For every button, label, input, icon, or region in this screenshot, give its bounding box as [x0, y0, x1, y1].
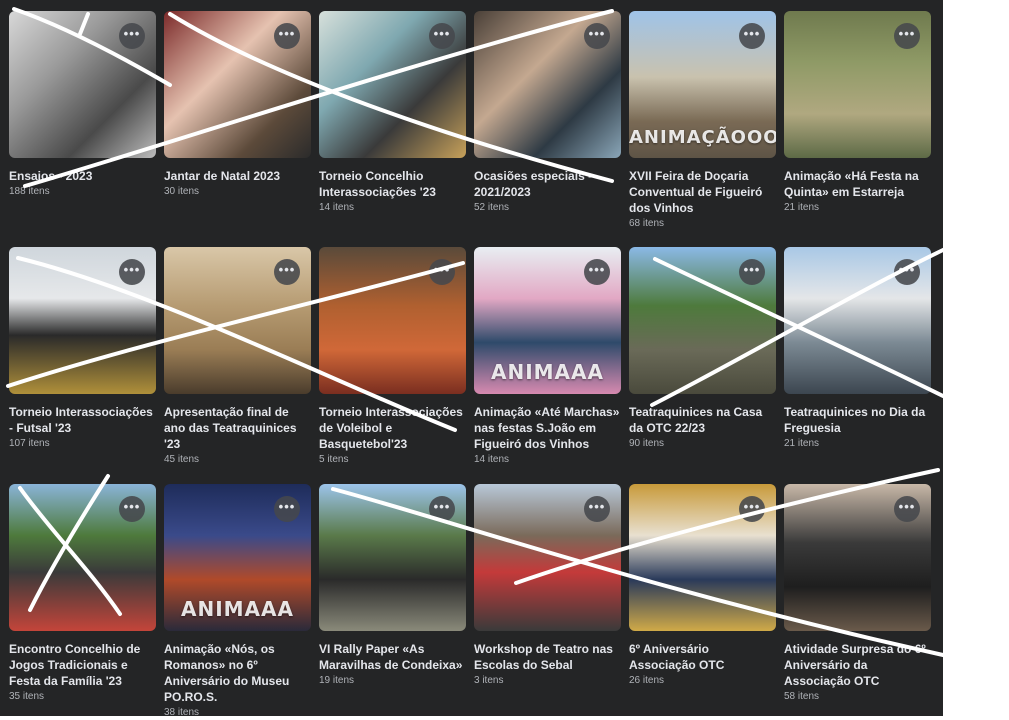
album-item-count: 188 itens — [9, 186, 50, 197]
ellipsis-icon: ••• — [278, 262, 296, 277]
ellipsis-icon: ••• — [433, 262, 451, 277]
ellipsis-icon: ••• — [743, 499, 761, 514]
album-title-text[interactable]: 6º Aniversário Associação OTC — [629, 642, 724, 672]
album-item-count: 90 itens — [629, 438, 665, 449]
album-title[interactable]: XVII Feira de Doçaria Conventual de Figu… — [629, 168, 776, 231]
album-item-count: 19 itens — [319, 675, 355, 686]
more-options-button[interactable]: ••• — [119, 23, 145, 49]
more-options-button[interactable]: ••• — [429, 259, 455, 285]
album-title-text[interactable]: Jantar de Natal 2023 — [164, 169, 280, 183]
ellipsis-icon: ••• — [898, 262, 916, 277]
ellipsis-icon: ••• — [743, 26, 761, 41]
album-title[interactable]: Torneio Concelhio Interassociações '23 14… — [319, 168, 466, 215]
album-title-text[interactable]: Animação «Nós, os Romanos» no 6º Anivers… — [164, 642, 289, 704]
album-title-text[interactable]: XVII Feira de Doçaria Conventual de Figu… — [629, 169, 762, 215]
more-options-button[interactable]: ••• — [894, 259, 920, 285]
ellipsis-icon: ••• — [588, 262, 606, 277]
album-title[interactable]: Jantar de Natal 2023 30 itens — [164, 168, 311, 199]
more-options-button[interactable]: ••• — [584, 23, 610, 49]
album-item-count: 21 itens — [784, 438, 820, 449]
album-title[interactable]: Ensaios - 2023 188 itens — [9, 168, 156, 199]
album-item-count: 35 itens — [9, 691, 45, 702]
album-title[interactable]: Animação «Há Festa na Quinta» em Estarre… — [784, 168, 931, 215]
ellipsis-icon: ••• — [123, 26, 141, 41]
album-title[interactable]: Animação «Até Marchas» nas festas S.João… — [474, 404, 621, 467]
more-options-button[interactable]: ••• — [584, 496, 610, 522]
album-item-count: 3 itens — [474, 675, 504, 686]
album-title[interactable]: Animação «Nós, os Romanos» no 6º Anivers… — [164, 641, 311, 720]
ellipsis-icon: ••• — [898, 26, 916, 41]
album-title-text[interactable]: Teatraquinices no Dia da Freguesia — [784, 405, 925, 435]
more-options-button[interactable]: ••• — [274, 23, 300, 49]
album-item-count: 107 itens — [9, 438, 50, 449]
more-options-button[interactable]: ••• — [894, 496, 920, 522]
album-title[interactable]: Workshop de Teatro nas Escolas do Sebal 3… — [474, 641, 621, 688]
more-options-button[interactable]: ••• — [739, 259, 765, 285]
more-options-button[interactable]: ••• — [584, 259, 610, 285]
album-item-count: 26 itens — [629, 675, 665, 686]
more-options-button[interactable]: ••• — [894, 23, 920, 49]
cover-watermark-text: ANIMAAA — [181, 597, 294, 621]
album-title[interactable]: Apresentação final de ano das Teatraquin… — [164, 404, 311, 467]
more-options-button[interactable]: ••• — [739, 23, 765, 49]
album-item-count: 58 itens — [784, 691, 820, 702]
ellipsis-icon: ••• — [278, 26, 296, 41]
more-options-button[interactable]: ••• — [274, 496, 300, 522]
album-title-text[interactable]: Animação «Até Marchas» nas festas S.João… — [474, 405, 619, 451]
ellipsis-icon: ••• — [588, 499, 606, 514]
album-title-text[interactable]: Workshop de Teatro nas Escolas do Sebal — [474, 642, 613, 672]
ellipsis-icon: ••• — [433, 499, 451, 514]
more-options-button[interactable]: ••• — [274, 259, 300, 285]
more-options-button[interactable]: ••• — [119, 259, 145, 285]
album-title-text[interactable]: Atividade Surpresa do 6º Aniversário da … — [784, 642, 926, 688]
cover-watermark-text: ANIMAAA — [491, 360, 604, 384]
cover-watermark-text: ANIMAÇÃOOOOOO — [629, 127, 776, 148]
album-title[interactable]: Torneio Interassociações - Futsal '23 107… — [9, 404, 156, 451]
ellipsis-icon: ••• — [278, 499, 296, 514]
ellipsis-icon: ••• — [433, 26, 451, 41]
ellipsis-icon: ••• — [123, 499, 141, 514]
album-title-text[interactable]: Encontro Concelhio de Jogos Tradicionais… — [9, 642, 140, 688]
album-item-count: 21 itens — [784, 202, 820, 213]
album-title-text[interactable]: Ocasiões especiais - 2021/2023 — [474, 169, 592, 199]
album-item-count: 14 itens — [319, 202, 355, 213]
album-title[interactable]: Teatraquinices na Casa da OTC 22/23 90 it… — [629, 404, 776, 451]
album-title-text[interactable]: Torneio Interassociações de Voleibol e B… — [319, 405, 463, 451]
album-item-count: 5 itens — [319, 454, 349, 465]
more-options-button[interactable]: ••• — [429, 23, 455, 49]
album-title-text[interactable]: Ensaios - 2023 — [9, 169, 92, 183]
album-title[interactable]: Torneio Interassociações de Voleibol e B… — [319, 404, 466, 467]
album-title[interactable]: 6º Aniversário Associação OTC 26 itens — [629, 641, 776, 688]
album-item-count: 14 itens — [474, 454, 510, 465]
album-title-text[interactable]: Apresentação final de ano das Teatraquin… — [164, 405, 297, 451]
album-title-text[interactable]: Teatraquinices na Casa da OTC 22/23 — [629, 405, 762, 435]
album-item-count: 68 itens — [629, 218, 665, 229]
ellipsis-icon: ••• — [588, 26, 606, 41]
ellipsis-icon: ••• — [743, 262, 761, 277]
album-title[interactable]: Atividade Surpresa do 6º Aniversário da … — [784, 641, 931, 704]
album-title-text[interactable]: Torneio Interassociações - Futsal '23 — [9, 405, 153, 435]
album-item-count: 38 itens — [164, 707, 200, 718]
album-title[interactable]: Ocasiões especiais - 2021/2023 52 itens — [474, 168, 621, 215]
more-options-button[interactable]: ••• — [739, 496, 765, 522]
album-title[interactable]: Teatraquinices no Dia da Freguesia 21 ite… — [784, 404, 931, 451]
album-title[interactable]: Encontro Concelhio de Jogos Tradicionais… — [9, 641, 156, 704]
more-options-button[interactable]: ••• — [429, 496, 455, 522]
album-title-text[interactable]: Torneio Concelhio Interassociações '23 — [319, 169, 436, 199]
album-item-count: 45 itens — [164, 454, 200, 465]
more-options-button[interactable]: ••• — [119, 496, 145, 522]
ellipsis-icon: ••• — [898, 499, 916, 514]
album-title-text[interactable]: VI Rally Paper «As Maravilhas de Condeix… — [319, 642, 462, 672]
album-title-text[interactable]: Animação «Há Festa na Quinta» em Estarre… — [784, 169, 919, 199]
album-title[interactable]: VI Rally Paper «As Maravilhas de Condeix… — [319, 641, 466, 688]
ellipsis-icon: ••• — [123, 262, 141, 277]
album-item-count: 30 itens — [164, 186, 200, 197]
album-item-count: 52 itens — [474, 202, 510, 213]
